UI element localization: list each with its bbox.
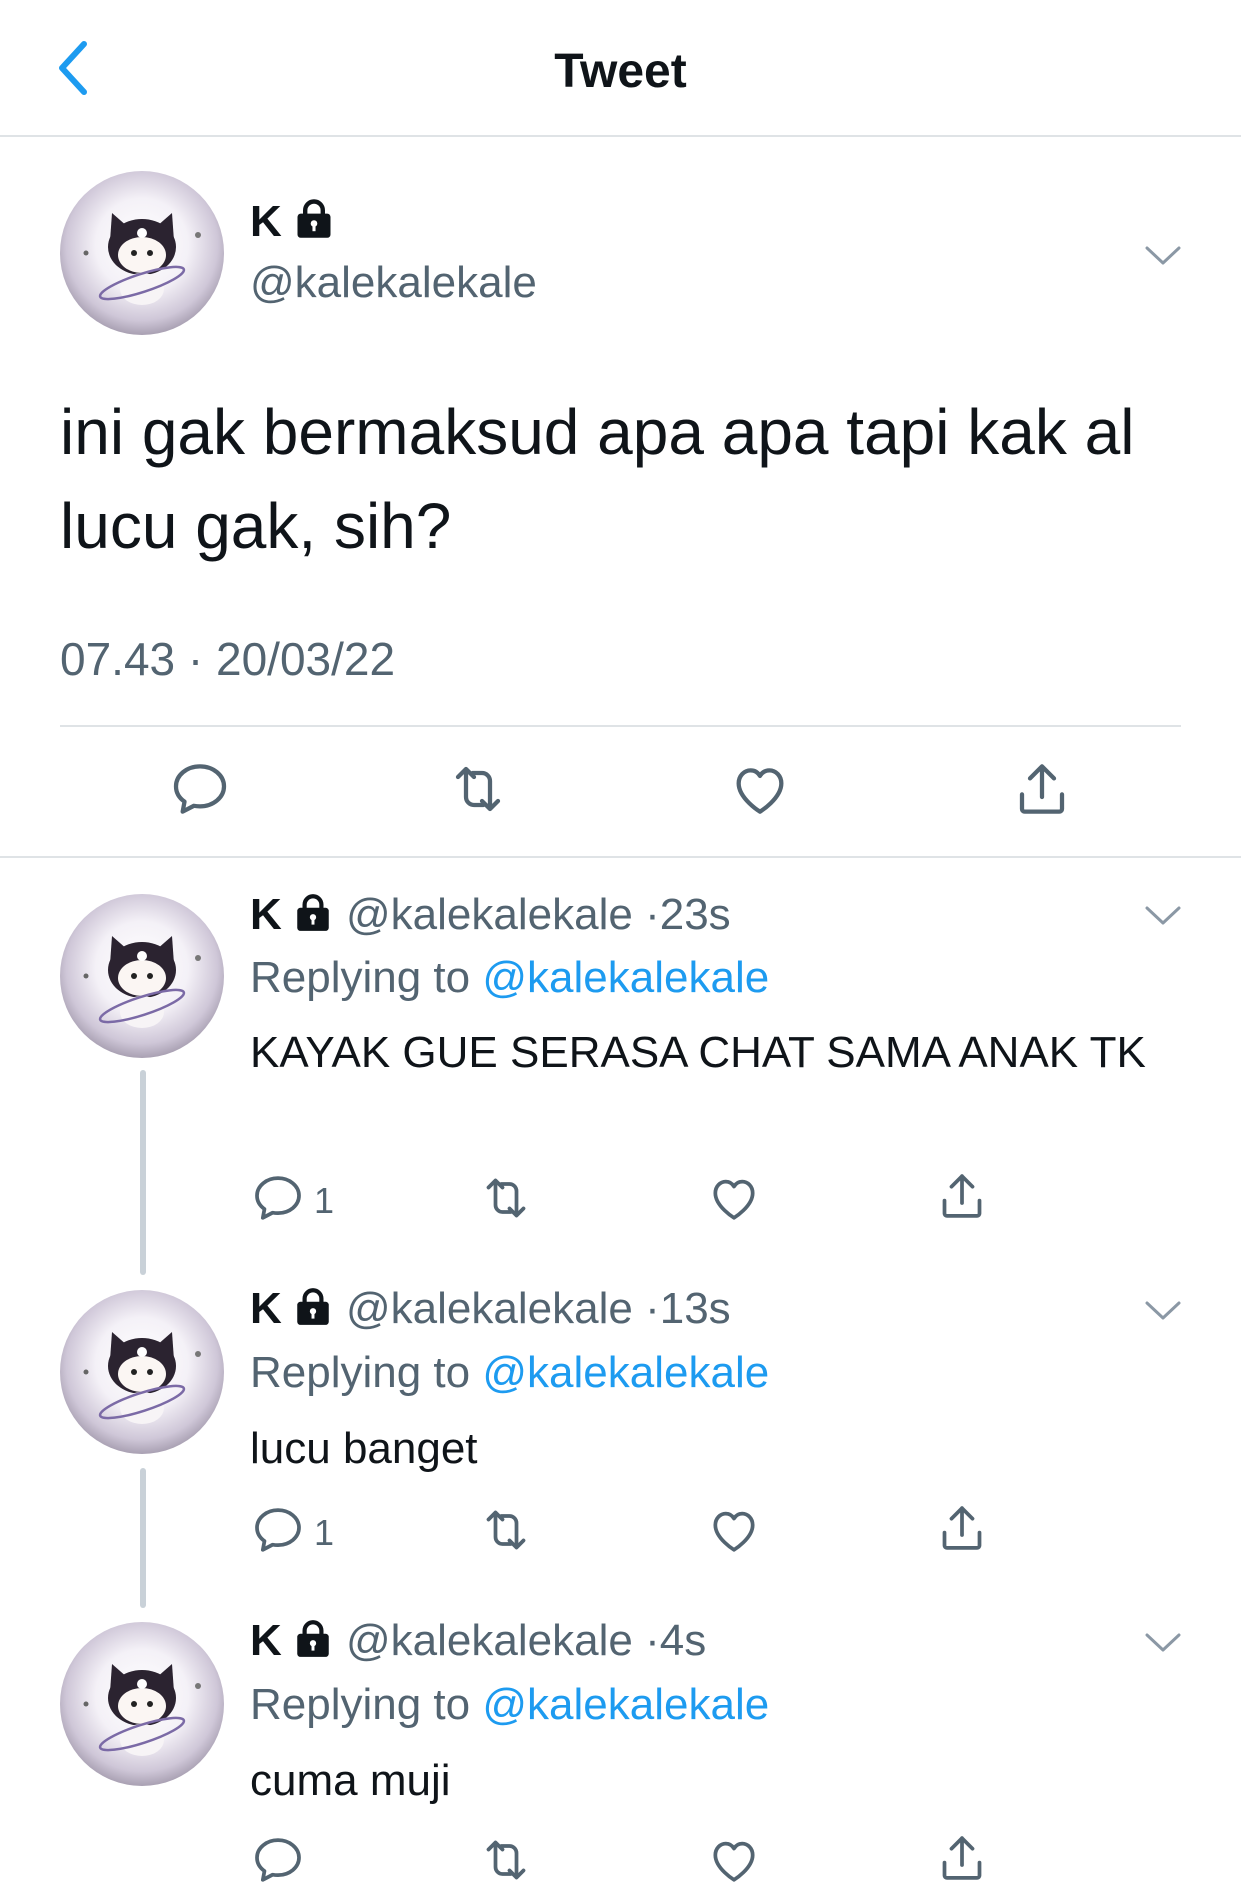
reply-age: 13s xyxy=(659,1284,731,1333)
reply-text: cuma muji xyxy=(250,1756,451,1805)
tweet-text: ini gak bermaksud apa apa tapi kak al lu… xyxy=(60,396,1135,562)
retweet-icon[interactable] xyxy=(478,1502,534,1558)
kuromi-avatar-icon xyxy=(60,1622,224,1786)
replying-to: Replying to @kalekalekale xyxy=(250,1680,770,1729)
chevron-down-icon[interactable] xyxy=(1143,902,1183,928)
divider xyxy=(0,856,1241,858)
reply-author-name[interactable]: K xyxy=(250,1284,282,1333)
reply-author-handle[interactable]: @kalekalekale xyxy=(346,1616,633,1665)
page-title: Tweet xyxy=(554,45,687,98)
tweet-timestamp: 07.43 · 20/03/22 xyxy=(60,632,395,686)
mention-link[interactable]: @kalekalekale xyxy=(482,1680,769,1729)
chevron-down-icon[interactable] xyxy=(1143,1297,1183,1323)
avatar[interactable] xyxy=(60,894,224,1058)
lock-icon xyxy=(292,1285,334,1327)
separator: · xyxy=(645,1284,660,1333)
reply-age: 4s xyxy=(659,1616,707,1665)
share-icon[interactable] xyxy=(1010,757,1074,821)
tweet-date: 20/03/22 xyxy=(216,633,396,685)
reply-author-name[interactable]: K xyxy=(250,890,282,939)
reply-text: KAYAK GUE SERASA CHAT SAMA ANAK TK xyxy=(250,1028,1146,1077)
thread-line xyxy=(140,1468,146,1608)
reply-author-name[interactable]: K xyxy=(250,1616,282,1665)
separator: · xyxy=(645,1616,660,1665)
navigation-bar: Tweet xyxy=(0,0,1241,137)
chevron-down-icon[interactable] xyxy=(1143,242,1183,268)
reply-header: K @kalekalekale ·13s xyxy=(250,1284,731,1334)
reply-icon[interactable] xyxy=(168,757,232,821)
mention-link[interactable]: @kalekalekale xyxy=(482,953,769,1002)
like-icon[interactable] xyxy=(728,757,792,821)
reply-author-handle[interactable]: @kalekalekale xyxy=(346,890,633,939)
reply-count: 1 xyxy=(314,1180,335,1221)
share-icon[interactable] xyxy=(934,1500,990,1556)
reply-age: 23s xyxy=(659,890,731,939)
reply-text: lucu banget xyxy=(250,1424,478,1473)
chevron-down-icon[interactable] xyxy=(1143,1629,1183,1655)
tweet-time: 07.43 xyxy=(60,633,176,685)
reply-icon[interactable] xyxy=(250,1170,306,1226)
mention-link[interactable]: @kalekalekale xyxy=(482,1348,769,1397)
reply-header: K @kalekalekale ·23s xyxy=(250,890,731,940)
share-icon[interactable] xyxy=(934,1168,990,1224)
reply-icon[interactable] xyxy=(250,1832,306,1888)
replying-to: Replying to @kalekalekale xyxy=(250,1348,770,1397)
retweet-icon[interactable] xyxy=(446,757,510,821)
retweet-icon[interactable] xyxy=(478,1170,534,1226)
tweet-author-name[interactable]: K xyxy=(250,196,336,247)
reply-icon[interactable] xyxy=(250,1502,306,1558)
reply-author-handle[interactable]: @kalekalekale xyxy=(346,1284,633,1333)
retweet-icon[interactable] xyxy=(478,1832,534,1888)
lock-icon xyxy=(292,196,336,240)
kuromi-avatar-icon xyxy=(60,894,224,1058)
lock-icon xyxy=(292,1617,334,1659)
share-icon[interactable] xyxy=(934,1830,990,1886)
replying-to: Replying to @kalekalekale xyxy=(250,953,770,1002)
kuromi-avatar-icon xyxy=(60,171,224,335)
avatar[interactable] xyxy=(60,1622,224,1786)
kuromi-avatar-icon xyxy=(60,1290,224,1454)
avatar[interactable] xyxy=(60,171,224,335)
tweet-author-handle[interactable]: @kalekalekale xyxy=(250,258,537,308)
like-icon[interactable] xyxy=(706,1502,762,1558)
reply-count: 1 xyxy=(314,1512,335,1553)
separator: · xyxy=(187,633,204,685)
avatar[interactable] xyxy=(60,1290,224,1454)
thread-line xyxy=(140,1070,146,1275)
lock-icon xyxy=(292,891,334,933)
like-icon[interactable] xyxy=(706,1832,762,1888)
like-icon[interactable] xyxy=(706,1170,762,1226)
separator: · xyxy=(645,890,660,939)
reply-header: K @kalekalekale ·4s xyxy=(250,1616,706,1666)
divider xyxy=(60,725,1181,727)
